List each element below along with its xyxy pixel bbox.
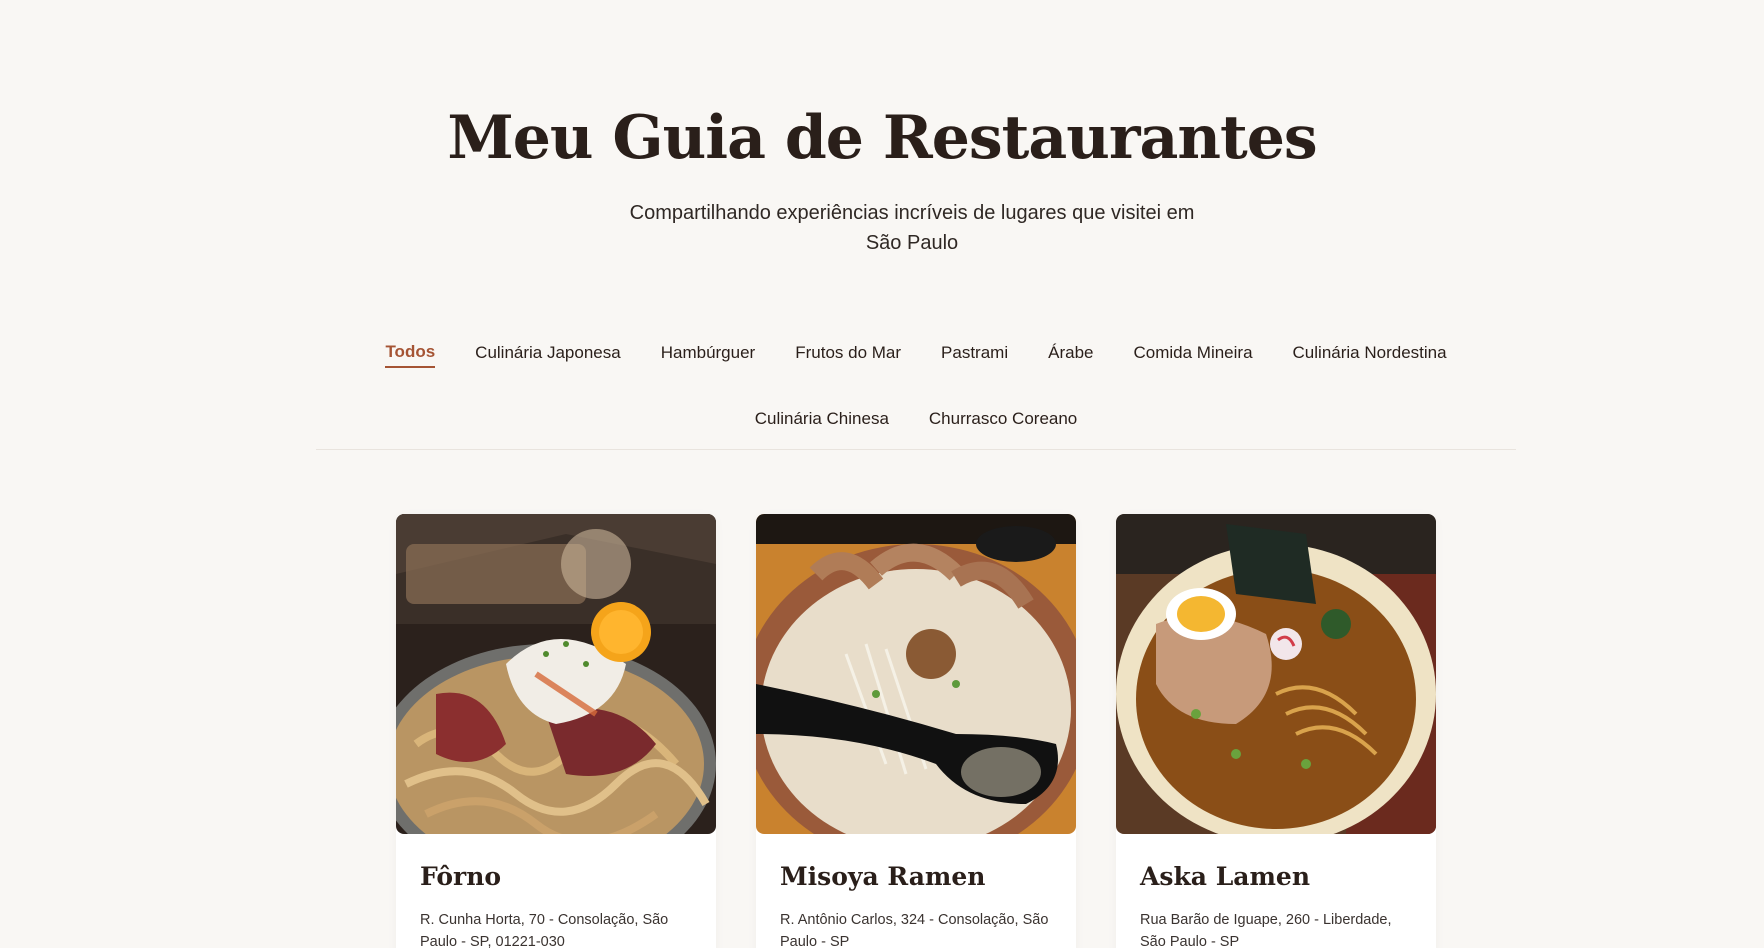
restaurant-name[interactable]: Fôrno bbox=[420, 860, 501, 894]
filter-pastrami[interactable]: Pastrami bbox=[941, 340, 1008, 368]
restaurant-photo[interactable] bbox=[396, 514, 716, 834]
filter-churrasco-coreano[interactable]: Churrasco Coreano bbox=[929, 407, 1077, 433]
restaurant-address: R. Antônio Carlos, 324 - Consolação, São… bbox=[780, 912, 1049, 948]
restaurant-name[interactable]: Misoya Ramen bbox=[780, 860, 985, 894]
filter-arabe[interactable]: Árabe bbox=[1048, 340, 1093, 368]
filter-frutos-do-mar[interactable]: Frutos do Mar bbox=[795, 340, 901, 368]
filter-row: Culinária Chinesa Churrasco Coreano bbox=[316, 407, 1516, 433]
filter-comida-mineira[interactable]: Comida Mineira bbox=[1133, 340, 1252, 368]
filter-culinaria-chinesa[interactable]: Culinária Chinesa bbox=[755, 407, 889, 433]
restaurant-card[interactable]: Aska Lamen Rua Barão de Iguape, 260 - Li… bbox=[1116, 514, 1436, 948]
restaurant-photo[interactable] bbox=[1116, 514, 1436, 834]
filter-culinaria-japonesa[interactable]: Culinária Japonesa bbox=[475, 340, 621, 368]
restaurant-photo[interactable] bbox=[756, 514, 1076, 834]
filter-row: Todos Culinária Japonesa Hambúrguer Frut… bbox=[316, 340, 1516, 368]
restaurant-address: Rua Barão de Iguape, 260 - Liberdade, Sã… bbox=[1140, 912, 1392, 948]
restaurant-grid: Fôrno R. Cunha Horta, 70 - Consolação, S… bbox=[396, 514, 1436, 948]
restaurant-address: R. Cunha Horta, 70 - Consolação, São Pau… bbox=[420, 912, 669, 948]
restaurant-name[interactable]: Aska Lamen bbox=[1140, 860, 1310, 894]
restaurant-card[interactable]: Misoya Ramen R. Antônio Carlos, 324 - Co… bbox=[756, 514, 1076, 948]
filter-hamburguer[interactable]: Hambúrguer bbox=[661, 340, 756, 368]
section-divider bbox=[316, 449, 1516, 450]
filter-todos[interactable]: Todos bbox=[385, 340, 436, 368]
category-filter-nav: Todos Culinária Japonesa Hambúrguer Frut… bbox=[316, 0, 1516, 450]
filter-culinaria-nordestina[interactable]: Culinária Nordestina bbox=[1293, 340, 1447, 368]
restaurant-card[interactable]: Fôrno R. Cunha Horta, 70 - Consolação, S… bbox=[396, 514, 716, 948]
